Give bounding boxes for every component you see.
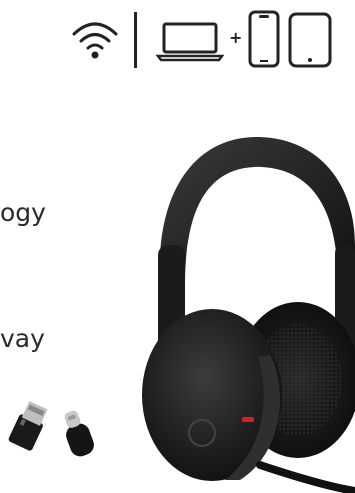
usb-adapters-image xyxy=(8,401,94,457)
feature-text-line-1: ogy xyxy=(0,198,46,227)
feature-text-line-2: vay xyxy=(0,324,45,353)
tablet-icon xyxy=(288,12,332,68)
connectivity-icons: + xyxy=(0,0,355,80)
wireless-signal-icon xyxy=(72,22,118,59)
headset-image xyxy=(142,136,355,493)
divider xyxy=(134,12,137,68)
plus-sign: + xyxy=(229,28,243,47)
laptop-icon xyxy=(156,22,224,62)
smartphone-icon xyxy=(248,10,280,68)
